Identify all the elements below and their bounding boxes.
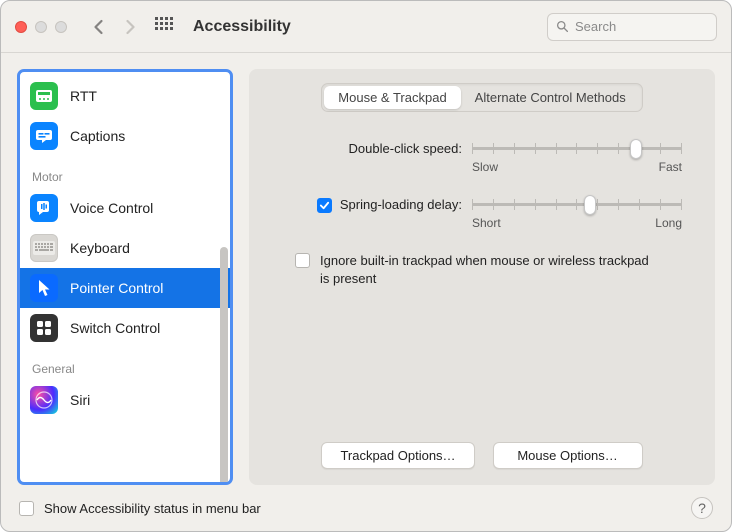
switch-control-icon	[30, 314, 58, 342]
pointer-control-icon	[30, 274, 58, 302]
sidebar-scrollbar[interactable]	[220, 247, 228, 485]
tab-bar: Mouse & Trackpad Alternate Control Metho…	[321, 83, 642, 112]
spring-loading-label: Spring-loading delay:	[340, 197, 462, 212]
sidebar-category-motor: Motor	[20, 156, 230, 188]
sidebar-item-switch-control[interactable]: Switch Control	[20, 308, 230, 348]
mouse-options-button[interactable]: Mouse Options…	[493, 442, 643, 469]
captions-icon	[30, 122, 58, 150]
menubar-status-label: Show Accessibility status in menu bar	[44, 501, 261, 516]
zoom-window-button[interactable]	[55, 21, 67, 33]
row-spring-loading: Spring-loading delay: Short Long	[267, 196, 697, 230]
tab-alternate-control[interactable]: Alternate Control Methods	[461, 86, 640, 109]
sidebar-item-siri[interactable]: Siri	[20, 380, 230, 420]
tab-mouse-trackpad[interactable]: Mouse & Trackpad	[324, 86, 460, 109]
search-placeholder: Search	[575, 19, 616, 34]
sidebar-item-label: Voice Control	[70, 200, 153, 216]
row-double-click-speed: Double-click speed: Slow Fast	[267, 140, 697, 174]
sidebar-item-keyboard[interactable]: Keyboard	[20, 228, 230, 268]
spring-max: Long	[655, 216, 682, 230]
minimize-window-button[interactable]	[35, 21, 47, 33]
double-click-slider[interactable]	[472, 140, 682, 156]
sidebar-item-label: Siri	[70, 392, 90, 408]
search-field[interactable]: Search	[547, 13, 717, 41]
show-all-icon[interactable]	[155, 17, 175, 37]
double-click-min: Slow	[472, 160, 498, 174]
help-button[interactable]: ?	[691, 497, 713, 519]
sidebar-item-voice-control[interactable]: Voice Control	[20, 188, 230, 228]
sidebar-item-rtt[interactable]: RTT	[20, 76, 230, 116]
sidebar-item-captions[interactable]: Captions	[20, 116, 230, 156]
rtt-icon	[30, 82, 58, 110]
voice-control-icon	[30, 194, 58, 222]
sidebar-item-label: RTT	[70, 88, 97, 104]
ignore-trackpad-checkbox[interactable]	[295, 253, 310, 268]
row-ignore-trackpad: Ignore built-in trackpad when mouse or w…	[267, 252, 697, 287]
spring-min: Short	[472, 216, 501, 230]
sidebar-item-label: Keyboard	[70, 240, 130, 256]
sidebar-item-label: Captions	[70, 128, 125, 144]
search-icon	[556, 20, 569, 33]
spring-loading-checkbox[interactable]	[317, 198, 332, 213]
content-pane: Mouse & Trackpad Alternate Control Metho…	[249, 69, 715, 485]
forward-button[interactable]	[119, 16, 141, 38]
sidebar-item-label: Pointer Control	[70, 280, 163, 296]
close-window-button[interactable]	[15, 21, 27, 33]
back-button[interactable]	[87, 16, 109, 38]
sidebar-category-general: General	[20, 348, 230, 380]
preferences-window: Accessibility Search RTT Captions	[0, 0, 732, 532]
trackpad-options-button[interactable]: Trackpad Options…	[321, 442, 474, 469]
window-title: Accessibility	[193, 18, 291, 36]
footer: Show Accessibility status in menu bar ?	[1, 485, 731, 531]
sidebar-item-pointer-control[interactable]: Pointer Control	[20, 268, 230, 308]
keyboard-icon	[30, 234, 58, 262]
window-controls	[15, 21, 67, 33]
double-click-max: Fast	[659, 160, 682, 174]
spring-loading-slider[interactable]	[472, 196, 682, 212]
double-click-label: Double-click speed:	[267, 140, 462, 156]
siri-icon	[30, 386, 58, 414]
menubar-status-checkbox[interactable]	[19, 501, 34, 516]
ignore-trackpad-label: Ignore built-in trackpad when mouse or w…	[320, 252, 650, 287]
sidebar-item-label: Switch Control	[70, 320, 160, 336]
sidebar: RTT Captions Motor Voice Control	[17, 69, 233, 485]
titlebar: Accessibility Search	[1, 1, 731, 53]
